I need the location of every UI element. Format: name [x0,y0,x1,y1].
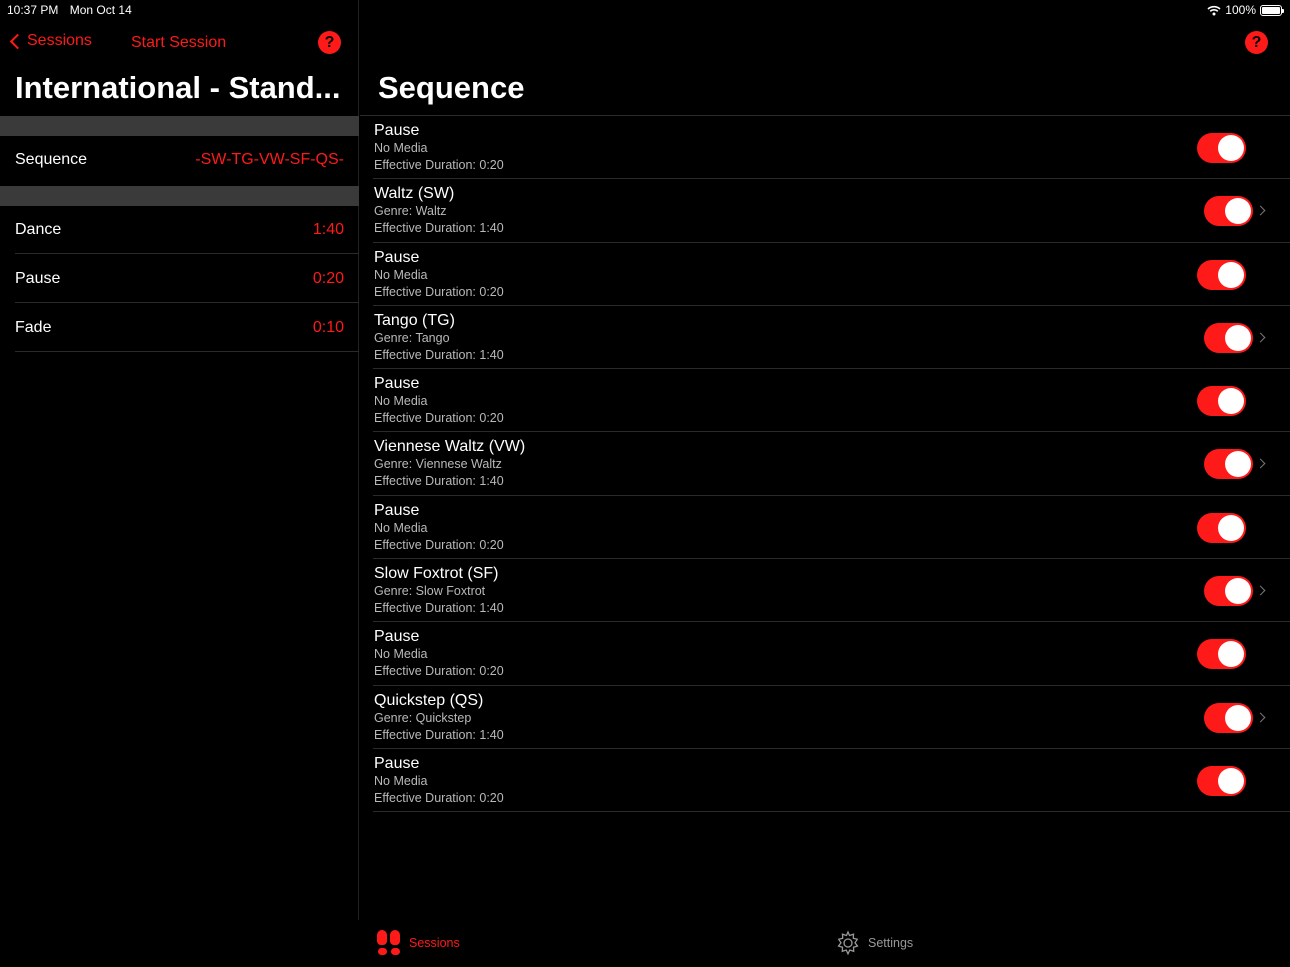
enable-toggle[interactable] [1197,133,1246,163]
item-subtitle: No Media [374,267,428,282]
section-separator [0,116,359,136]
sequence-item[interactable]: Tango (TG) Genre: Tango Effective Duration… [373,306,1290,370]
item-duration: Effective Duration: 0:20 [374,537,504,552]
item-duration: Effective Duration: 1:40 [374,601,504,616]
sequence-item[interactable]: Slow Foxtrot (SF) Genre: Slow Foxtrot Effe… [373,559,1290,623]
item-subtitle: Genre: Slow Foxtrot [374,584,486,599]
chevron-right-icon [1255,205,1266,216]
sequence-row[interactable]: Sequence -SW-TG-VW-SF-QS- [0,136,359,184]
item-subtitle: No Media [374,773,428,788]
start-session-button[interactable]: Start Session [131,34,226,52]
sequence-value: -SW-TG-VW-SF-QS- [195,151,344,168]
sequence-label: Sequence [15,151,88,168]
chevron-left-icon [9,33,26,49]
pause-row[interactable]: Pause 0:20 [0,255,359,303]
dance-value: 1:40 [312,221,344,238]
sequence-item: Pause No Media Effective Duration: 0:20 [373,749,1290,813]
footprints-icon [376,930,402,956]
fade-label: Fade [15,319,52,336]
sequence-item: Pause No Media Effective Duration: 0:20 [373,622,1290,686]
item-duration: Effective Duration: 0:20 [374,158,504,172]
item-duration: Effective Duration: 1:40 [374,221,504,236]
chevron-right-icon [1255,459,1266,469]
item-title: Waltz (SW) [374,185,455,203]
item-title: Pause [374,754,420,772]
sequence-item: Pause No Media Effective Duration: 0:20 [373,496,1290,560]
left-pane: Sessions Start Session ? International -… [0,0,359,920]
enable-toggle[interactable] [1204,196,1253,227]
item-title: Tango (TG) [374,311,455,329]
item-subtitle: No Media [374,141,428,155]
page-title: Sequence [378,70,525,105]
item-subtitle: Genre: Viennese Waltz [374,457,502,472]
enable-toggle[interactable] [1204,322,1253,353]
item-duration: Effective Duration: 1:40 [374,347,504,362]
wifi-icon [1207,5,1221,15]
section-separator [0,186,359,206]
sequence-item: Pause No Media Effective Duration: 0:20 [373,243,1290,306]
item-duration: Effective Duration: 0:20 [374,284,504,299]
gear-icon [837,930,859,956]
item-subtitle: Genre: Tango [374,330,450,345]
dance-row[interactable]: Dance 1:40 [0,206,359,254]
sequence-item: Pause No Media Effective Duration: 0:20 [373,369,1290,433]
item-subtitle: Genre: Quickstep [374,710,472,725]
back-button[interactable]: Sessions [8,32,92,50]
back-button-label: Sessions [27,32,92,49]
item-subtitle: No Media [374,520,428,535]
item-duration: Effective Duration: 0:20 [374,411,504,426]
item-subtitle: No Media [374,394,428,409]
help-icon[interactable]: ? [318,31,341,54]
item-duration: Effective Duration: 1:40 [374,474,504,489]
enable-toggle[interactable] [1204,576,1253,607]
enable-toggle[interactable] [1197,512,1246,543]
help-icon[interactable]: ? [1245,31,1268,54]
tab-settings[interactable]: Settings [835,930,913,956]
sequence-item[interactable]: Waltz (SW) Genre: Waltz Effective Duration… [373,179,1290,243]
status-right: 100% [1207,3,1284,17]
sequence-list: Pause No Media Effective Duration: 0:20 Wal… [360,115,1290,813]
chevron-right-icon [1255,585,1266,596]
item-title: Pause [374,628,420,646]
enable-toggle[interactable] [1197,765,1246,796]
pause-label: Pause [15,270,61,287]
enable-toggle[interactable] [1204,702,1253,733]
fade-value: 0:10 [312,319,344,336]
enable-toggle[interactable] [1204,449,1253,480]
item-duration: Effective Duration: 1:40 [374,727,504,742]
item-duration: Effective Duration: 0:20 [374,664,504,679]
enable-toggle[interactable] [1197,386,1246,417]
sequence-item[interactable]: Viennese Waltz (VW) Genre: Viennese Waltz… [373,432,1290,496]
tab-bar: Sessions Settings [360,920,1290,967]
chevron-right-icon [1255,712,1266,723]
enable-toggle[interactable] [1197,639,1246,670]
sequence-item[interactable]: Quickstep (QS) Genre: Quickstep Effective … [373,686,1290,749]
pause-value: 0:20 [312,270,344,287]
sequence-item: Pause No Media Effective Duration: 0:20 [373,116,1290,180]
item-title: Viennese Waltz (VW) [374,438,526,456]
battery-icon [1260,4,1284,16]
item-duration: Effective Duration: 0:20 [374,790,504,805]
item-title: Pause [374,248,420,266]
battery-percent: 100% [1225,3,1256,17]
tab-sessions[interactable]: Sessions [376,930,460,956]
item-subtitle: Genre: Waltz [374,204,447,219]
item-subtitle: No Media [374,647,428,662]
tab-sessions-label: Sessions [409,936,460,950]
tab-settings-label: Settings [868,936,914,950]
dance-label: Dance [15,221,62,238]
item-title: Pause [374,122,420,139]
item-title: Pause [374,375,420,393]
item-title: Slow Foxtrot (SF) [374,565,499,583]
enable-toggle[interactable] [1197,259,1246,290]
item-title: Quickstep (QS) [374,691,484,709]
chevron-right-icon [1255,332,1266,343]
item-title: Pause [374,501,420,519]
session-title: International - Stand... [15,70,341,105]
fade-row[interactable]: Fade 0:10 [0,304,359,352]
